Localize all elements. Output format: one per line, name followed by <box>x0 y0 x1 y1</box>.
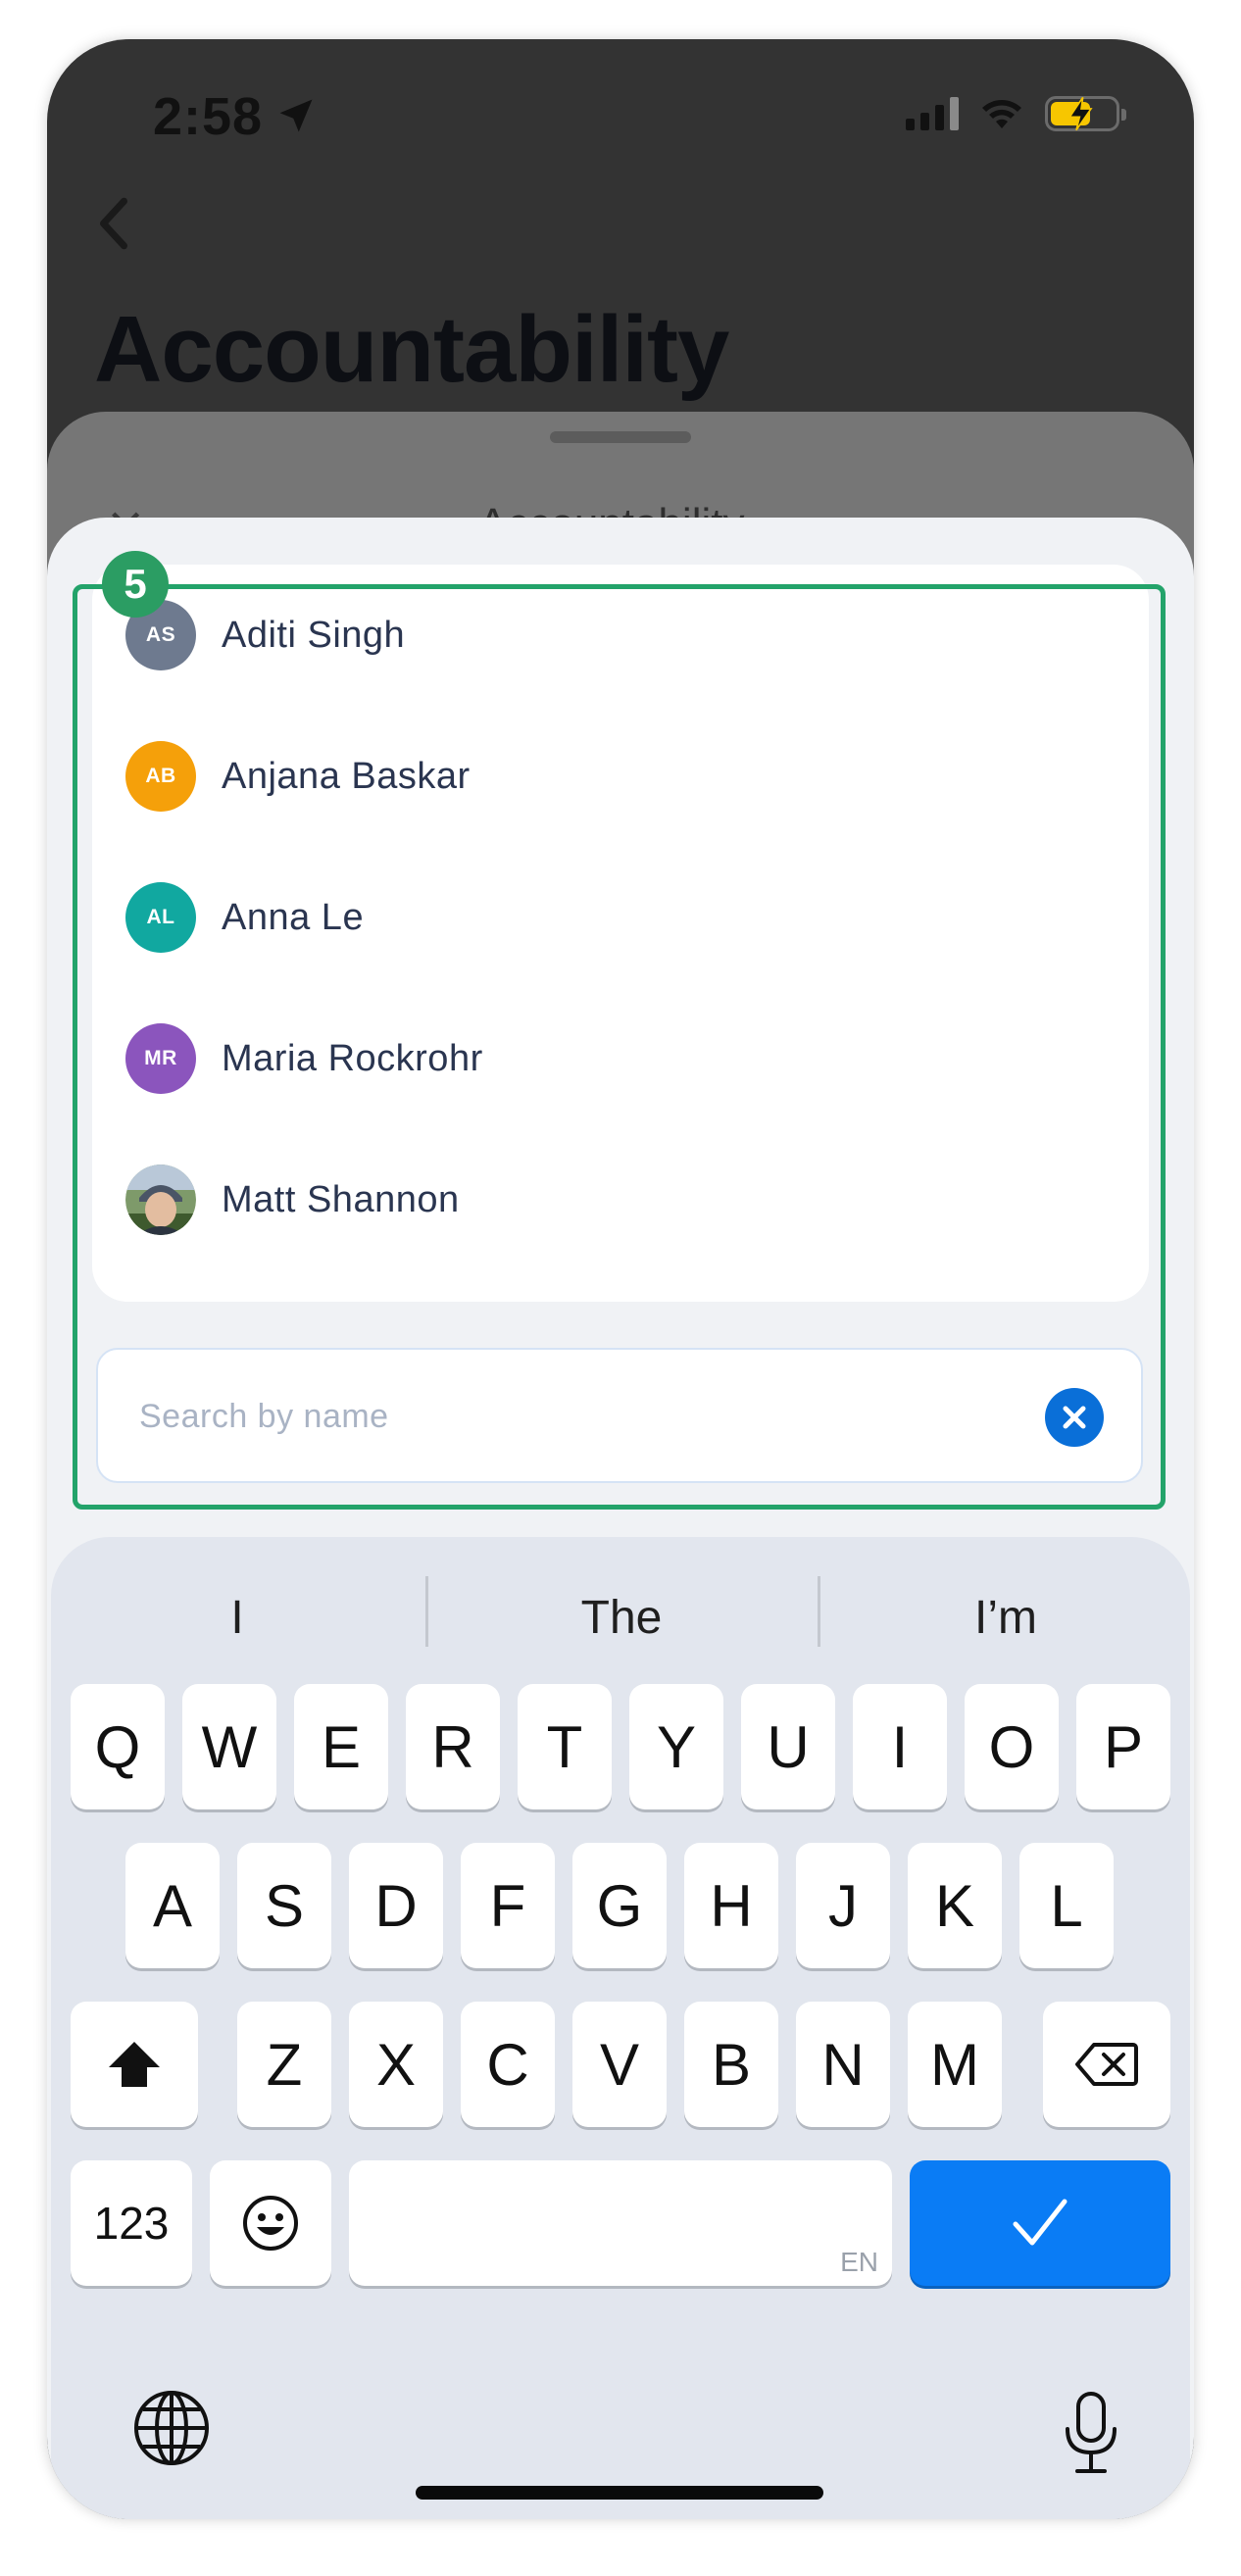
key-y[interactable]: Y <box>629 1684 723 1809</box>
key-u[interactable]: U <box>741 1684 835 1809</box>
checkmark-icon <box>1013 2199 1067 2246</box>
list-item[interactable]: MR Maria Rockrohr <box>125 988 1106 1129</box>
cellular-signal-icon <box>906 97 959 130</box>
key-g[interactable]: G <box>572 1843 667 1968</box>
avatar: AB <box>125 741 196 812</box>
avatar-photo <box>125 1164 196 1235</box>
key-v[interactable]: V <box>572 2002 667 2127</box>
home-indicator <box>416 2486 823 2500</box>
key-w[interactable]: W <box>182 1684 276 1809</box>
sheet-grabber[interactable] <box>550 431 691 443</box>
key-t[interactable]: T <box>518 1684 612 1809</box>
person-name: Matt Shannon <box>222 1178 460 1220</box>
key-c[interactable]: C <box>461 2002 555 2127</box>
space-key[interactable]: EN <box>349 2160 892 2286</box>
key-f[interactable]: F <box>461 1843 555 1968</box>
suggestion-3[interactable]: I’m <box>839 1578 1172 1657</box>
page-title: Accountability <box>94 297 729 402</box>
delete-key[interactable] <box>1043 2002 1170 2127</box>
avatar: AL <box>125 882 196 953</box>
clear-search-button[interactable] <box>1045 1388 1104 1447</box>
battery-charging-icon <box>1045 96 1126 131</box>
microphone-icon[interactable] <box>1061 2390 1121 2476</box>
list-item[interactable]: AL Anna Le <box>125 847 1106 988</box>
list-item[interactable]: AB Anjana Baskar <box>125 706 1106 847</box>
key-e[interactable]: E <box>294 1684 388 1809</box>
key-n[interactable]: N <box>796 2002 890 2127</box>
keyboard: I The I’m Q W E R T Y U I O P A S D F G … <box>51 1537 1190 2519</box>
key-o[interactable]: O <box>965 1684 1059 1809</box>
close-icon <box>1063 1406 1086 1429</box>
language-label: EN <box>840 2247 878 2277</box>
key-i[interactable]: I <box>853 1684 947 1809</box>
key-l[interactable]: L <box>1019 1843 1114 1968</box>
key-b[interactable]: B <box>684 2002 778 2127</box>
key-s[interactable]: S <box>237 1843 331 1968</box>
shift-arrow-icon <box>109 2042 160 2087</box>
suggestion-2[interactable]: The <box>447 1578 796 1657</box>
people-list: AS Aditi Singh AB Anjana Baskar AL Anna … <box>92 565 1149 1302</box>
key-d[interactable]: D <box>349 1843 443 1968</box>
done-key[interactable] <box>910 2160 1170 2286</box>
shift-key[interactable] <box>71 2002 198 2127</box>
emoji-icon <box>243 2196 298 2251</box>
search-input[interactable] <box>139 1387 963 1446</box>
phone-screen: 2:58 Accountability ✕ Accountability AS … <box>47 39 1194 2519</box>
numbers-key[interactable]: 123 <box>71 2160 192 2286</box>
key-r[interactable]: R <box>406 1684 500 1809</box>
key-m[interactable]: M <box>908 2002 1002 2127</box>
avatar: MR <box>125 1023 196 1094</box>
wifi-icon <box>982 100 1021 128</box>
backspace-icon <box>1075 2043 1138 2086</box>
suggestion-1[interactable]: I <box>71 1578 404 1657</box>
back-chevron-icon[interactable] <box>96 196 131 251</box>
person-name: Anjana Baskar <box>222 755 471 797</box>
key-p[interactable]: P <box>1076 1684 1170 1809</box>
key-q[interactable]: Q <box>71 1684 165 1809</box>
key-a[interactable]: A <box>125 1843 220 1968</box>
person-name: Aditi Singh <box>222 614 406 656</box>
location-arrow-icon <box>279 99 313 132</box>
list-item[interactable]: AS Aditi Singh <box>125 565 1106 706</box>
search-field <box>96 1348 1143 1483</box>
key-h[interactable]: H <box>684 1843 778 1968</box>
list-item[interactable]: Matt Shannon <box>125 1129 1106 1270</box>
emoji-key[interactable] <box>210 2160 331 2286</box>
key-z[interactable]: Z <box>237 2002 331 2127</box>
key-k[interactable]: K <box>908 1843 1002 1968</box>
suggestion-divider <box>425 1576 428 1647</box>
suggestion-divider <box>818 1576 820 1647</box>
step-badge: 5 <box>102 551 169 618</box>
key-x[interactable]: X <box>349 2002 443 2127</box>
status-indicators <box>906 96 1126 131</box>
person-name: Maria Rockrohr <box>222 1037 483 1079</box>
globe-icon[interactable] <box>131 2388 212 2468</box>
key-j[interactable]: J <box>796 1843 890 1968</box>
person-name: Anna Le <box>222 896 365 938</box>
status-time: 2:58 <box>153 87 264 146</box>
